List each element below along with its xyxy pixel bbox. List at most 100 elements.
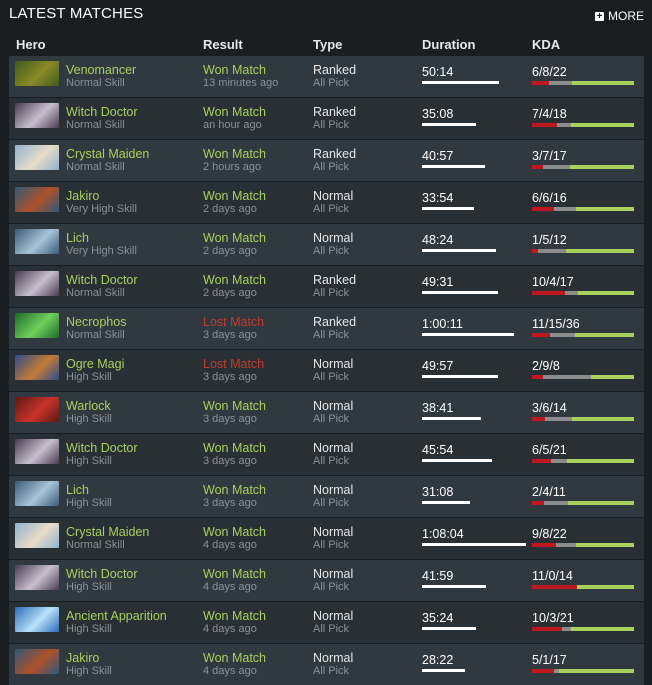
hero-portrait[interactable] <box>15 481 59 506</box>
match-result-link[interactable]: Won Match <box>203 525 266 539</box>
hero-portrait[interactable] <box>15 439 59 464</box>
match-result-link[interactable]: Won Match <box>203 483 266 497</box>
match-duration: 1:00:11 <box>422 317 463 331</box>
hero-portrait[interactable] <box>15 397 59 422</box>
match-time: 2 days ago <box>203 287 257 299</box>
hero-name-link[interactable]: Witch Doctor <box>66 441 138 455</box>
hero-portrait[interactable] <box>15 229 59 254</box>
kda-value: 6/6/16 <box>532 191 567 205</box>
hero-name-link[interactable]: Jakiro <box>66 651 99 665</box>
duration-bar <box>422 81 499 84</box>
table-row[interactable]: Venomancer Normal Skill Won Match 13 minute… <box>9 56 644 97</box>
kills-segment <box>532 375 543 379</box>
kills-segment <box>532 669 555 673</box>
match-result-link[interactable]: Won Match <box>203 651 266 665</box>
deaths-segment <box>555 543 577 547</box>
table-row[interactable]: Witch Doctor High Skill Won Match 3 days ag… <box>9 433 644 475</box>
match-result-link[interactable]: Won Match <box>203 609 266 623</box>
match-time: 3 days ago <box>203 497 257 509</box>
more-button[interactable]: + MORE <box>595 9 644 23</box>
hero-portrait[interactable] <box>15 649 59 674</box>
hero-name-link[interactable]: Ogre Magi <box>66 357 124 371</box>
skill-bracket: Very High Skill <box>66 245 137 257</box>
match-type: Ranked <box>313 63 357 77</box>
kda-bar <box>532 165 634 169</box>
hero-portrait[interactable] <box>15 355 59 380</box>
hero-name-link[interactable]: Witch Doctor <box>66 105 138 119</box>
table-row[interactable]: Ogre Magi High Skill Lost Match 3 days ago N… <box>9 349 644 391</box>
table-header: Hero Result Type Duration KDA <box>9 30 644 56</box>
hero-name-link[interactable]: Lich <box>66 483 89 497</box>
match-result-link[interactable]: Lost Match <box>203 357 264 371</box>
kda-bar <box>532 123 634 127</box>
match-type: Ranked <box>313 315 357 329</box>
match-duration: 45:54 <box>422 443 454 457</box>
hero-portrait[interactable] <box>15 565 59 590</box>
table-row[interactable]: Witch Doctor High Skill Won Match 4 days ag… <box>9 559 644 601</box>
hero-name-link[interactable]: Warlock <box>66 399 111 413</box>
deaths-segment <box>545 417 572 421</box>
hero-name-link[interactable]: Necrophos <box>66 315 126 329</box>
hero-portrait[interactable] <box>15 187 59 212</box>
match-result-link[interactable]: Won Match <box>203 231 266 245</box>
match-result-link[interactable]: Won Match <box>203 567 266 581</box>
hero-portrait[interactable] <box>15 313 59 338</box>
duration-bar <box>422 417 481 420</box>
match-time: 13 minutes ago <box>203 77 279 89</box>
match-duration: 40:57 <box>422 149 454 163</box>
hero-portrait[interactable] <box>15 607 59 632</box>
match-type: Normal <box>313 525 354 539</box>
match-time: 4 days ago <box>203 581 257 593</box>
kda-bar <box>532 627 634 631</box>
match-result-link[interactable]: Won Match <box>203 189 266 203</box>
table-row[interactable]: Necrophos Normal Skill Lost Match 3 days ag… <box>9 307 644 349</box>
match-result-link[interactable]: Won Match <box>203 63 266 77</box>
column-hero: Hero <box>16 37 46 52</box>
kda-value: 2/4/11 <box>532 485 566 499</box>
hero-name-link[interactable]: Lich <box>66 231 89 245</box>
match-result-link[interactable]: Lost Match <box>203 315 264 329</box>
duration-bar <box>422 375 498 378</box>
hero-name-link[interactable]: Ancient Apparition <box>66 609 167 623</box>
game-mode: All Pick <box>313 665 350 677</box>
table-row[interactable]: Lich Very High Skill Won Match 2 days ago No… <box>9 223 644 265</box>
match-time: 2 days ago <box>203 245 257 257</box>
hero-portrait[interactable] <box>15 61 59 86</box>
table-row[interactable]: Warlock High Skill Won Match 3 days ago Norm… <box>9 391 644 433</box>
table-row[interactable]: Jakiro Very High Skill Won Match 2 days ago… <box>9 181 644 223</box>
game-mode: All Pick <box>313 455 350 467</box>
hero-name-link[interactable]: Crystal Maiden <box>66 147 149 161</box>
hero-portrait[interactable] <box>15 523 59 548</box>
table-row[interactable]: Ancient Apparition High Skill Won Match 4 d… <box>9 601 644 643</box>
kda-value: 6/5/21 <box>532 443 567 457</box>
hero-portrait[interactable] <box>15 103 59 128</box>
hero-name-link[interactable]: Jakiro <box>66 189 99 203</box>
hero-name-link[interactable]: Witch Doctor <box>66 567 138 581</box>
match-time: 4 days ago <box>203 623 257 635</box>
table-row[interactable]: Crystal Maiden Normal Skill Won Match 2 hou… <box>9 139 644 181</box>
hero-portrait[interactable] <box>15 271 59 296</box>
match-time: 3 days ago <box>203 329 257 341</box>
hero-name-link[interactable]: Crystal Maiden <box>66 525 149 539</box>
game-mode: All Pick <box>313 371 350 383</box>
match-result-link[interactable]: Won Match <box>203 399 266 413</box>
table-row[interactable]: Witch Doctor Normal Skill Won Match an hour… <box>9 97 644 139</box>
match-duration: 49:31 <box>422 275 454 289</box>
match-result-link[interactable]: Won Match <box>203 147 266 161</box>
duration-bar <box>422 585 486 588</box>
hero-name-link[interactable]: Witch Doctor <box>66 273 138 287</box>
table-row[interactable]: Lich High Skill Won Match 3 days ago Normal A… <box>9 475 644 517</box>
kda-value: 3/6/14 <box>532 401 567 415</box>
match-result-link[interactable]: Won Match <box>203 273 266 287</box>
match-result-link[interactable]: Won Match <box>203 105 266 119</box>
table-row[interactable]: Crystal Maiden Normal Skill Won Match 4 day… <box>9 517 644 559</box>
hero-name-link[interactable]: Venomancer <box>66 63 136 77</box>
game-mode: All Pick <box>313 203 350 215</box>
hero-portrait[interactable] <box>15 145 59 170</box>
kda-value: 5/1/17 <box>532 653 567 667</box>
kills-segment <box>532 417 546 421</box>
match-result-link[interactable]: Won Match <box>203 441 266 455</box>
match-time: 3 days ago <box>203 413 257 425</box>
skill-bracket: Normal Skill <box>66 119 125 131</box>
table-row[interactable]: Witch Doctor Normal Skill Won Match 2 days … <box>9 265 644 307</box>
